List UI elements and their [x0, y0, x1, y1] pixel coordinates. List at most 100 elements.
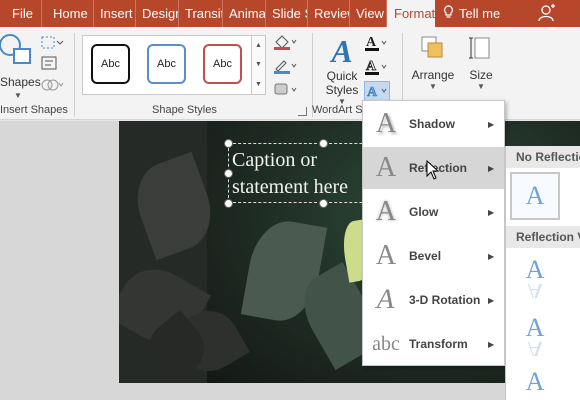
svg-text:A: A	[366, 35, 377, 50]
menu-item-3d-rotation[interactable]: A 3-D Rotation ▶	[363, 279, 504, 321]
menu-item-shadow[interactable]: A Shadow ▶	[363, 103, 504, 145]
insert-shapes-group-label: Insert Shapes	[0, 104, 68, 116]
text-box-icon[interactable]	[40, 55, 66, 71]
shapes-button[interactable]: Shapes ▼	[0, 31, 41, 101]
reflection-variation-option[interactable]: A	[510, 368, 560, 400]
menu-item-label: Reflection	[409, 161, 468, 175]
size-icon	[469, 37, 490, 59]
tell-me-search[interactable]: Tell me	[435, 0, 505, 27]
shape-styles-group-label: Shape Styles	[152, 104, 217, 116]
reflection-preview-glyph: A	[525, 255, 545, 284]
reflection-preview-glyph: A	[525, 368, 545, 396]
tab-transitions[interactable]: Transitions	[179, 0, 223, 27]
menu-item-bevel[interactable]: A Bevel ▶	[363, 235, 504, 277]
menu-item-label: Glow	[409, 205, 439, 219]
resize-handle[interactable]	[224, 199, 233, 208]
resize-handle[interactable]	[224, 169, 233, 178]
reflection-preview-glyph: A	[525, 313, 545, 342]
chevron-right-icon: ▶	[488, 207, 495, 217]
caption-line-1: Caption or	[232, 149, 317, 171]
tab-review[interactable]: Review	[308, 0, 350, 27]
tab-slide-show[interactable]: Slide Show	[266, 0, 308, 27]
shapes-label: Shapes	[0, 75, 41, 89]
quick-styles-label: Quick Styles	[325, 69, 359, 97]
chevron-right-icon: ▶	[488, 295, 495, 305]
text-outline-icon[interactable]: A	[364, 57, 390, 77]
wordart-a-icon: A	[331, 33, 353, 69]
more-gallery-icon[interactable]: ▼	[255, 81, 262, 88]
text-glow-icon: A	[375, 196, 397, 227]
mouse-cursor-icon	[426, 159, 440, 180]
reflection-variation-option[interactable]: A A	[510, 256, 560, 304]
size-label: Size	[469, 68, 493, 82]
menu-item-transform[interactable]: abc Transform ▶	[363, 323, 504, 365]
arrange-label: Arrange	[411, 68, 455, 82]
tab-home[interactable]: Home	[42, 0, 94, 27]
text-3d-rotation-icon: A	[373, 284, 399, 315]
tab-view[interactable]: View	[350, 0, 387, 27]
group-divider	[74, 33, 75, 117]
wordart-styles-group-label: WordArt Styles	[312, 104, 362, 116]
reflection-variation-option[interactable]: A A	[510, 314, 560, 362]
no-reflection-header: No Reflection	[506, 146, 580, 168]
tab-animations[interactable]: Animations	[223, 0, 266, 27]
arrange-button[interactable]: Arrange ▼	[410, 33, 456, 103]
text-shadow-icon: A	[375, 108, 397, 139]
tab-file[interactable]: File	[0, 0, 42, 27]
merge-shapes-icon[interactable]	[40, 77, 66, 93]
text-reflection-icon: A	[375, 152, 397, 183]
text-bevel-icon: A	[375, 240, 397, 271]
size-button[interactable]: Size ▼	[463, 33, 499, 103]
menu-item-glow[interactable]: A Glow ▶	[363, 191, 504, 233]
shape-style-preset[interactable]: Abc	[147, 44, 186, 84]
chevron-right-icon: ▶	[488, 339, 495, 349]
resize-handle[interactable]	[319, 139, 328, 148]
shape-effects-icon[interactable]	[272, 81, 298, 99]
tab-format[interactable]: Format	[387, 0, 435, 27]
chevron-right-icon: ▶	[488, 163, 495, 173]
reflection-submenu: No Reflection A Reflection Variations A …	[505, 146, 580, 400]
resize-handle[interactable]	[224, 139, 233, 148]
dialog-launcher-icon[interactable]	[298, 107, 307, 116]
edit-shape-icon[interactable]	[40, 35, 66, 51]
lightbulb-icon	[443, 5, 454, 22]
menu-item-label: Bevel	[409, 249, 442, 263]
share-person-icon[interactable]	[538, 4, 556, 27]
chevron-down-icon: ▼	[14, 91, 22, 100]
text-effects-menu: A Shadow ▶ A Reflection ▶ A Glow ▶ A Bev…	[362, 100, 505, 366]
chevron-down-icon: ▼	[477, 82, 485, 91]
menu-item-label: Shadow	[409, 117, 456, 131]
tab-design[interactable]: Design	[136, 0, 179, 27]
chevron-down-icon[interactable]: ▼	[255, 61, 262, 68]
menu-item-label: 3-D Rotation	[409, 293, 481, 307]
svg-text:A: A	[367, 85, 378, 100]
text-fill-icon[interactable]: A	[364, 33, 390, 53]
shape-style-preset[interactable]: Abc	[91, 44, 130, 84]
caption-text[interactable]: Caption or statement here	[232, 147, 348, 201]
reflection-mirror-glyph: A	[510, 284, 560, 298]
chevron-right-icon: ▶	[488, 119, 495, 129]
caption-line-2: statement here	[232, 176, 349, 198]
tab-insert[interactable]: Insert	[94, 0, 136, 27]
reflection-mirror-glyph: A	[510, 342, 560, 356]
menu-item-label: Transform	[409, 337, 468, 351]
chevron-up-icon[interactable]: ▲	[255, 42, 262, 49]
text-effects-button[interactable]: A	[364, 81, 390, 101]
no-reflection-option[interactable]: A	[510, 172, 560, 220]
quick-styles-button[interactable]: A Quick Styles ▼	[322, 33, 362, 106]
reflection-variations-header: Reflection Variations	[506, 226, 580, 248]
svg-text:A: A	[366, 59, 377, 74]
gallery-scroll-buttons[interactable]: ▲ ▼ ▼	[252, 35, 266, 95]
ribbon-tab-bar: File Home Insert Design Transitions Anim…	[0, 0, 580, 27]
chevron-right-icon: ▶	[488, 251, 495, 261]
shape-outline-icon[interactable]	[272, 57, 298, 75]
shape-style-preset[interactable]: Abc	[203, 44, 242, 84]
shapes-icon	[0, 34, 31, 64]
chevron-down-icon: ▼	[429, 82, 437, 91]
reflection-preview-glyph: A	[525, 181, 545, 210]
tell-me-label: Tell me	[459, 6, 501, 21]
shape-fill-icon[interactable]	[272, 33, 298, 51]
arrange-icon	[421, 36, 443, 58]
text-transform-icon: abc	[372, 332, 400, 355]
resize-handle[interactable]	[319, 199, 328, 208]
